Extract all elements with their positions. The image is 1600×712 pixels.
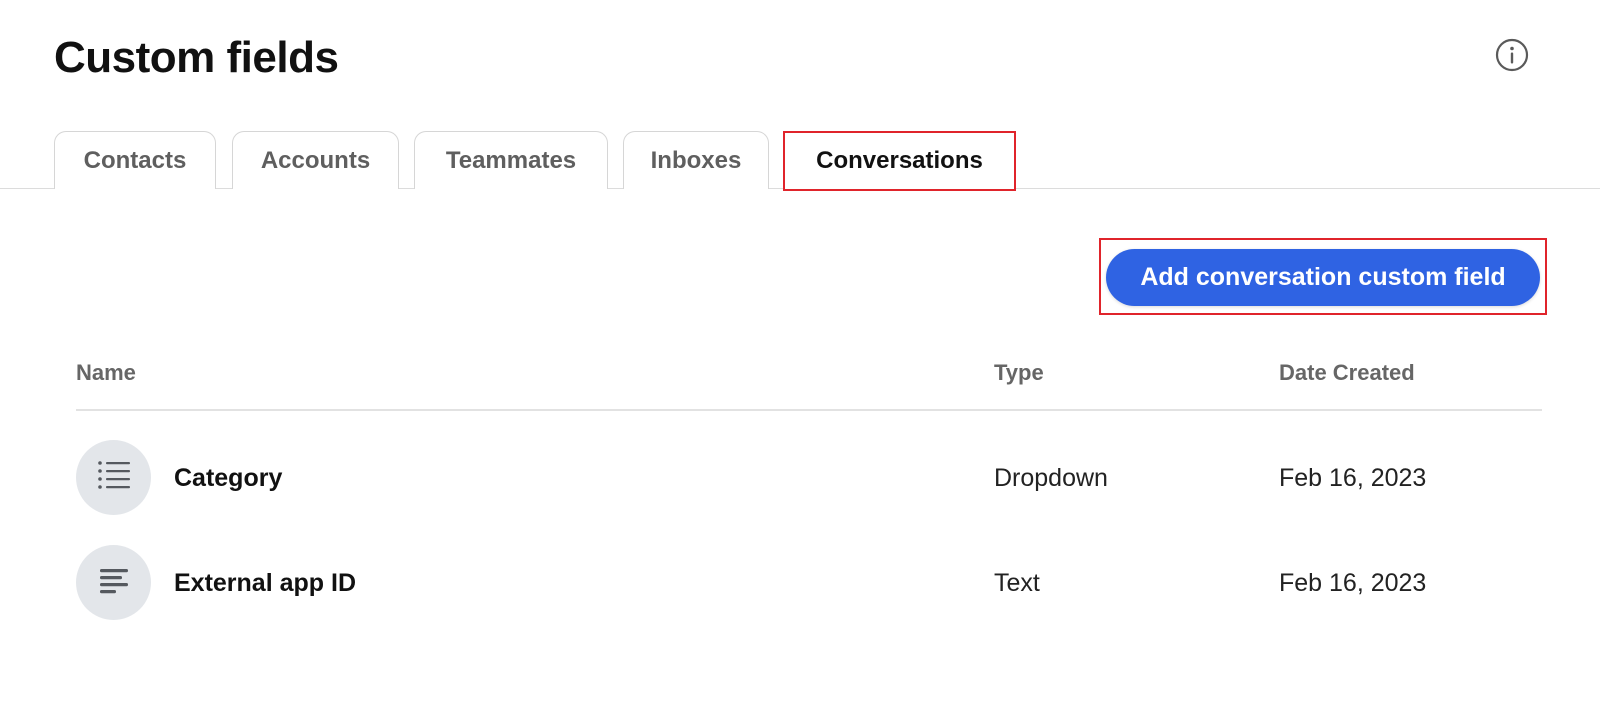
field-date-created: Feb 16, 2023 <box>1279 464 1427 492</box>
tab-label: Teammates <box>445 146 577 174</box>
field-type: Text <box>994 569 1040 597</box>
table-row[interactable]: Category Dropdown Feb 16, 2023 <box>76 440 1542 516</box>
text-lines-icon <box>96 564 132 601</box>
tab-label: Inboxes <box>650 146 742 174</box>
column-header-name[interactable]: Name <box>76 360 136 386</box>
table-header-divider <box>76 409 1542 411</box>
tab-contacts[interactable]: Contacts <box>54 131 216 189</box>
field-type-icon-badge <box>76 545 151 620</box>
column-header-type[interactable]: Type <box>994 360 1044 386</box>
tab-label: Accounts <box>260 146 371 174</box>
tab-teammates[interactable]: Teammates <box>414 131 608 189</box>
field-name[interactable]: Category <box>174 464 282 493</box>
tab-conversations[interactable]: Conversations <box>783 131 1016 191</box>
tab-accounts[interactable]: Accounts <box>232 131 399 189</box>
custom-fields-page: Custom fields Contacts Accounts Teammate… <box>0 0 1600 712</box>
info-button[interactable] <box>1495 38 1529 77</box>
column-header-date-created[interactable]: Date Created <box>1279 360 1415 386</box>
field-type-icon-badge <box>76 440 151 515</box>
info-circle-icon <box>1495 38 1529 77</box>
field-date-created: Feb 16, 2023 <box>1279 569 1427 597</box>
add-conversation-custom-field-button[interactable]: Add conversation custom field <box>1106 249 1540 306</box>
tab-label: Conversations <box>816 147 983 174</box>
tab-label: Contacts <box>83 146 187 174</box>
page-title: Custom fields <box>54 33 339 82</box>
list-icon <box>94 457 134 498</box>
field-name[interactable]: External app ID <box>174 569 356 598</box>
table-row[interactable]: External app ID Text Feb 16, 2023 <box>76 545 1542 621</box>
table-header: Name Type Date Created <box>76 356 1542 396</box>
tab-inboxes[interactable]: Inboxes <box>623 131 769 189</box>
field-type: Dropdown <box>994 464 1108 492</box>
